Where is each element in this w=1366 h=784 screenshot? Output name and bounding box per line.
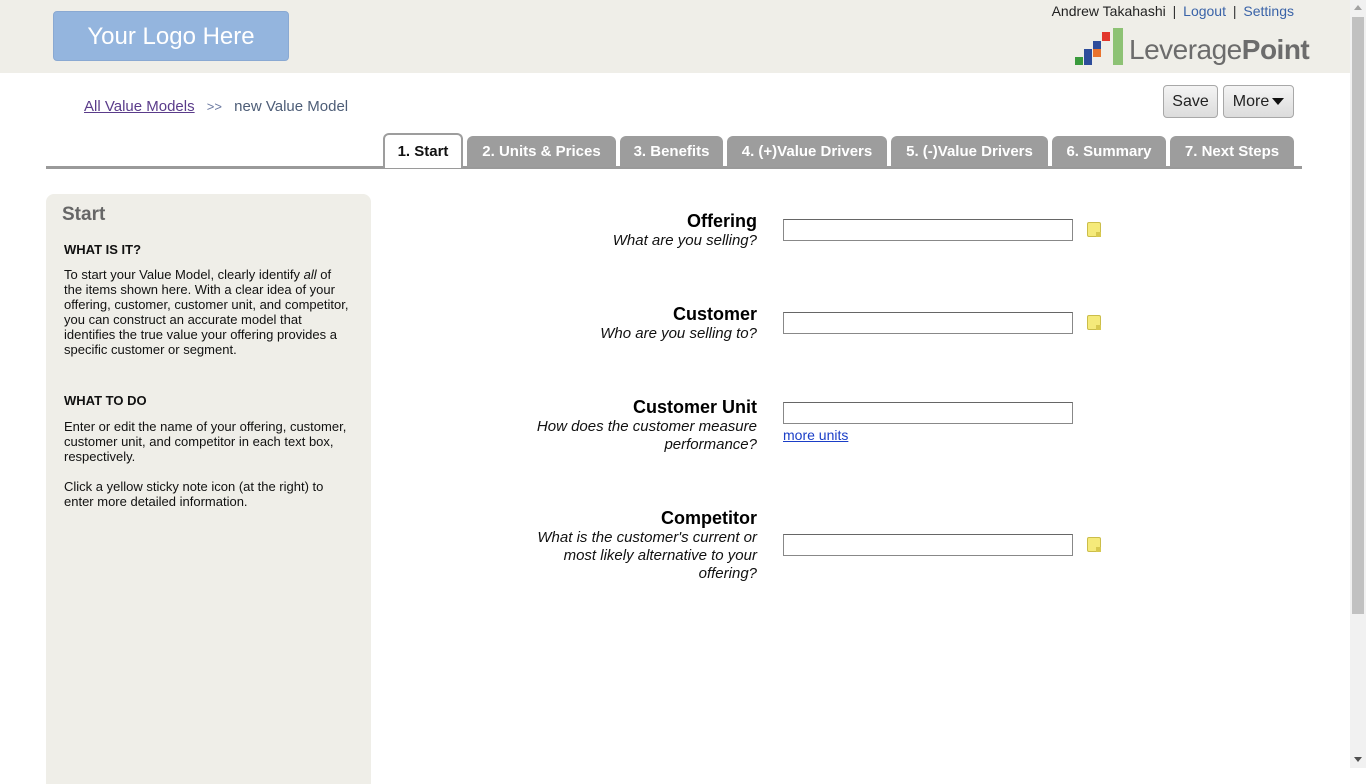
offering-question: What are you selling?: [612, 232, 757, 249]
customer-input[interactable]: [783, 312, 1073, 334]
what-is-it-heading: WHAT IS IT?: [64, 242, 142, 257]
settings-link[interactable]: Settings: [1243, 3, 1294, 19]
competitor-question-line: offering?: [698, 565, 757, 582]
sidebar-title: Start: [62, 204, 106, 225]
brand-wordmark: LeveragePoint: [1129, 34, 1310, 66]
brand-left: Leverage: [1129, 34, 1242, 65]
what-to-do-text: Enter or edit the name of your offering,…: [64, 419, 347, 464]
user-name: Andrew Takahashi: [1051, 3, 1166, 19]
more-units-link[interactable]: more units: [783, 427, 848, 443]
company-logo: Your Logo Here: [53, 11, 289, 61]
customer-unit-label-block: Customer Unit How does the customer meas…: [537, 397, 757, 454]
offering-label: Offering: [687, 211, 757, 231]
brand-right: Point: [1241, 34, 1310, 65]
tab-summary[interactable]: 6. Summary: [1052, 136, 1166, 167]
customer-unit-question-line: How does the customer measure: [536, 418, 757, 435]
breadcrumb-all-value-models[interactable]: All Value Models: [84, 98, 195, 115]
competitor-question-line: What is the customer's current or: [537, 529, 757, 546]
leveragepoint-mark-icon: [1075, 28, 1123, 65]
competitor-label-block: Competitor What is the customer's curren…: [537, 508, 757, 583]
what-to-do-text-2: Click a yellow sticky note icon (at the …: [64, 479, 324, 509]
separator: |: [1172, 3, 1177, 19]
tab-start[interactable]: 1. Start: [383, 133, 463, 168]
more-button[interactable]: More: [1223, 85, 1294, 118]
competitor-input[interactable]: [783, 534, 1073, 556]
page-scrollbar[interactable]: [1350, 0, 1366, 768]
breadcrumb-separator: >>: [206, 99, 222, 114]
customer-unit-input[interactable]: [783, 402, 1073, 424]
customer-question: Who are you selling to?: [600, 325, 757, 342]
sticky-note-icon[interactable]: [1087, 222, 1101, 237]
customer-unit-question-line: performance?: [664, 436, 757, 453]
breadcrumb-current: new Value Model: [234, 98, 349, 115]
offering-label-block: Offering What are you selling?: [613, 211, 757, 250]
tab-positive-value-drivers[interactable]: 4. (+)Value Drivers: [727, 136, 887, 167]
more-button-label: More: [1232, 93, 1270, 110]
tab-next-steps[interactable]: 7. Next Steps: [1170, 136, 1294, 167]
help-sidebar: Start WHAT IS IT? To start your Value Mo…: [46, 194, 371, 784]
what-is-it-text: To start your Value Model, clearly ident…: [64, 267, 349, 357]
tab-negative-value-drivers[interactable]: 5. (-)Value Drivers: [891, 136, 1048, 167]
customer-label: Customer: [672, 304, 757, 324]
app-header: Your Logo Here Andrew Takahashi | Logout…: [0, 0, 1350, 73]
separator: |: [1232, 3, 1237, 19]
tab-benefits[interactable]: 3. Benefits: [620, 136, 723, 167]
sticky-note-icon[interactable]: [1087, 315, 1101, 330]
tab-units-prices[interactable]: 2. Units & Prices: [467, 136, 616, 167]
scroll-up-arrow-icon[interactable]: [1354, 5, 1362, 10]
offering-input[interactable]: [783, 219, 1073, 241]
scrollbar-thumb[interactable]: [1352, 17, 1364, 614]
competitor-question-line: most likely alternative to your: [563, 547, 757, 564]
caret-down-icon: [1272, 98, 1285, 106]
what-to-do-heading: WHAT TO DO: [64, 393, 147, 408]
breadcrumb: All Value Models >> new Value Model: [84, 98, 348, 115]
save-button[interactable]: Save: [1163, 85, 1218, 118]
sticky-note-icon[interactable]: [1087, 537, 1101, 552]
user-links: Andrew Takahashi | Logout | Settings: [1052, 3, 1294, 19]
customer-unit-label: Customer Unit: [632, 397, 757, 417]
what-is-it-text-part: To start your Value Model, clearly ident…: [64, 267, 304, 282]
what-is-it-emphasis: all: [303, 267, 317, 282]
customer-label-block: Customer Who are you selling to?: [600, 304, 757, 343]
scroll-down-arrow-icon[interactable]: [1354, 757, 1362, 762]
logout-link[interactable]: Logout: [1183, 3, 1226, 19]
competitor-label: Competitor: [661, 508, 757, 528]
